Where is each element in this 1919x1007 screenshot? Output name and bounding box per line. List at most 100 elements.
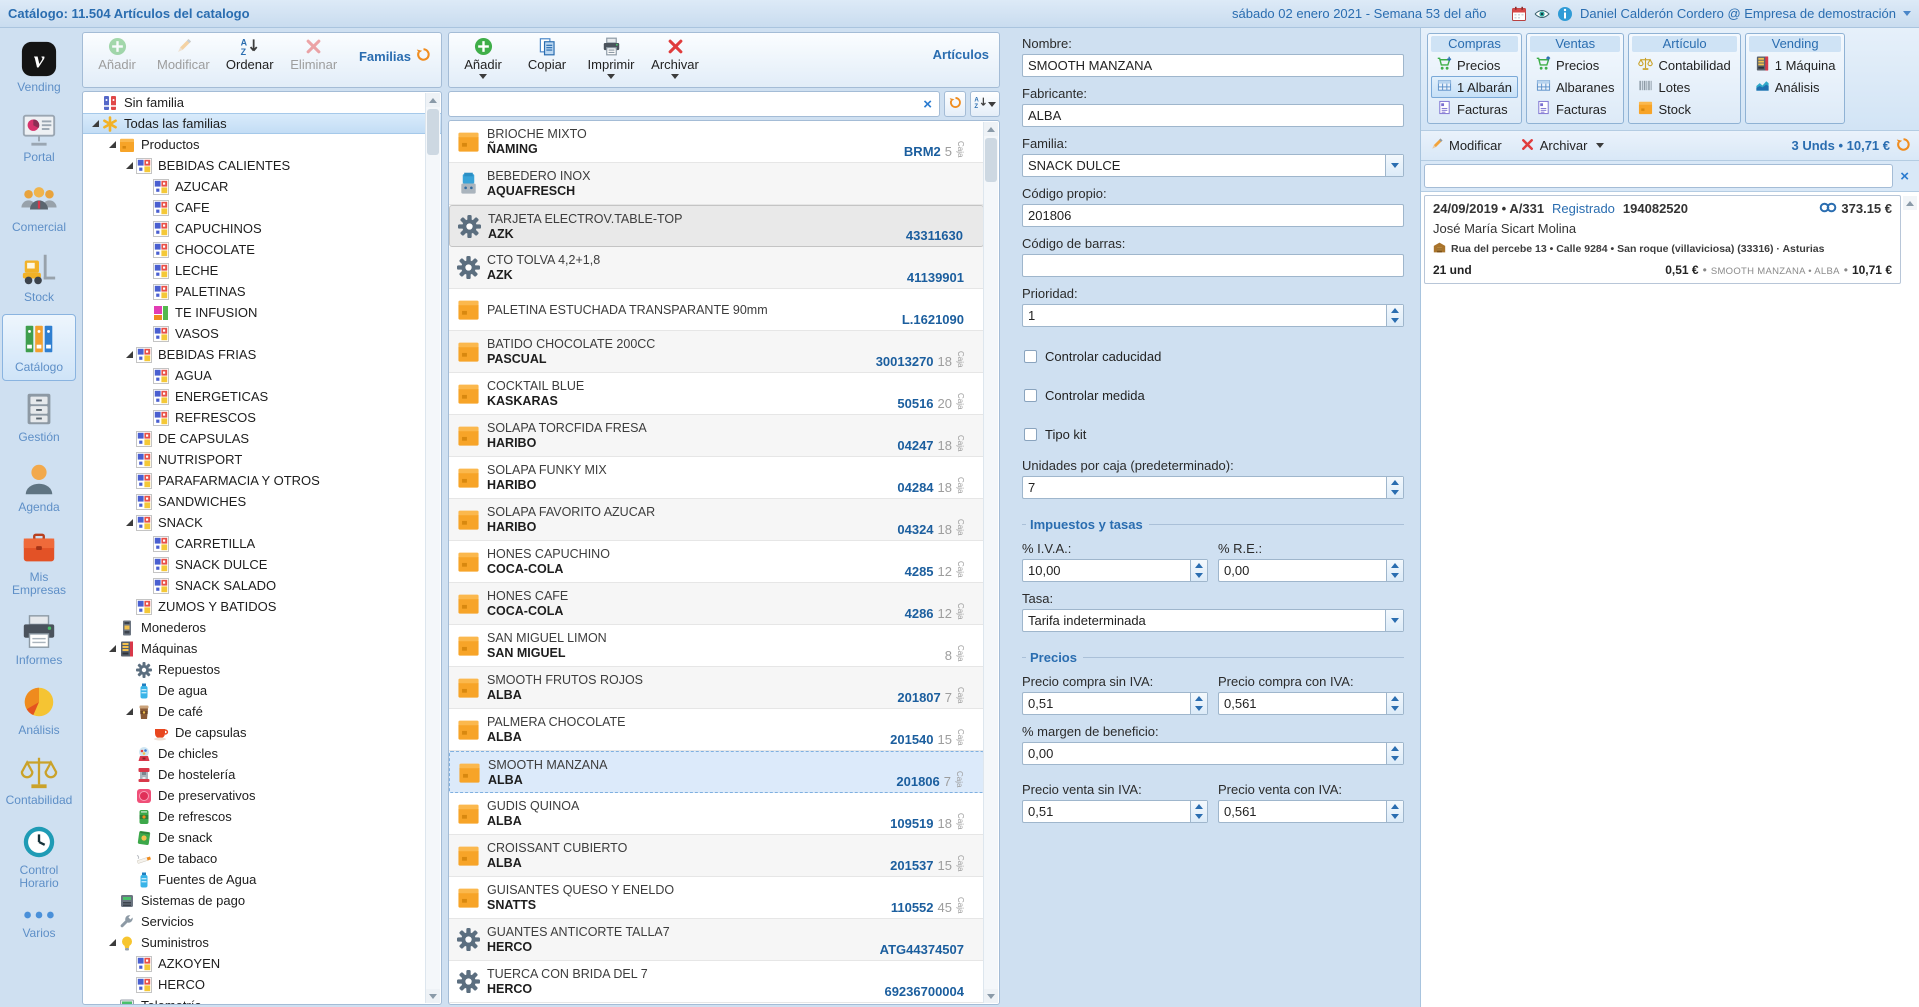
tree-item[interactable]: TE INFUSION [83, 302, 441, 323]
tasa-select[interactable]: Tarifa indeterminada [1022, 609, 1404, 632]
sidebar-item-agenda[interactable]: Agenda [2, 454, 76, 521]
article-row[interactable]: TARJETA ELECTROV.TABLE-TOPAZK43311630 [449, 205, 984, 247]
tree-item[interactable]: ZUMOS Y BATIDOS [83, 596, 441, 617]
chevron-down-icon[interactable] [1385, 610, 1403, 631]
tree-expand-icon[interactable] [105, 939, 119, 946]
scroll-down-icon[interactable] [426, 989, 440, 1003]
tree-item[interactable]: Suministros [83, 932, 441, 953]
tree-item[interactable]: De chicles [83, 743, 441, 764]
articles-add-button[interactable]: Añadir [459, 37, 507, 79]
tree-item[interactable]: De refrescos [83, 806, 441, 827]
article-row[interactable]: BRIOCHE MIXTOÑAMINGBRM25Caja [449, 121, 984, 163]
codigo-barras-field[interactable] [1022, 254, 1404, 277]
refresh-icon[interactable] [416, 47, 431, 65]
article-row[interactable]: TUERCA CON BRIDA DEL 7HERCO69236700004 [449, 961, 984, 1003]
families-sort-button[interactable]: AZ Ordenar [226, 37, 274, 72]
scroll-down-icon[interactable] [984, 989, 998, 1003]
tree-item[interactable]: CAFE [83, 197, 441, 218]
tree-item[interactable]: Sin familia [83, 92, 441, 113]
tab-contabilidad[interactable]: Contabilidad [1632, 54, 1736, 76]
sidebar-item-contabilidad[interactable]: Contabilidad [2, 747, 76, 814]
articles-search-input[interactable] [449, 97, 916, 112]
tree-expand-icon[interactable] [88, 120, 102, 127]
familia-select[interactable]: SNACK DULCE [1022, 154, 1404, 177]
article-row[interactable]: SAN MIGUEL LIMONSAN MIGUEL8Caja [449, 625, 984, 667]
tipo-kit-checkbox[interactable] [1024, 428, 1037, 441]
tree-item[interactable]: Máquinas [83, 638, 441, 659]
stepper-buttons[interactable] [1190, 560, 1207, 581]
scroll-thumb[interactable] [427, 109, 439, 155]
families-modify-button[interactable]: Modificar [157, 37, 210, 72]
tree-item[interactable]: CAPUCHINOS [83, 218, 441, 239]
tree-item[interactable]: De café [83, 701, 441, 722]
tree-expand-icon[interactable] [122, 162, 136, 169]
article-row[interactable]: HONES CAFECOCA-COLA428612Caja [449, 583, 984, 625]
stepper-buttons[interactable] [1386, 693, 1403, 714]
tree-item[interactable]: Repuestos [83, 659, 441, 680]
article-row[interactable]: CTO TOLVA 4,2+1,8AZK41139901 [449, 247, 984, 289]
sidebar-item-control-horario[interactable]: Control Horario [2, 817, 76, 897]
article-row[interactable]: GUDIS QUINOAALBA10951918Caja [449, 793, 984, 835]
tab-stock[interactable]: Stock [1632, 98, 1736, 120]
re-stepper[interactable] [1218, 559, 1404, 582]
scroll-up-icon[interactable] [426, 93, 440, 107]
tree-item[interactable]: Productos [83, 134, 441, 155]
tree-expand-icon[interactable] [105, 645, 119, 652]
articles-archive-button[interactable]: Archivar [651, 37, 699, 79]
nombre-field[interactable] [1022, 54, 1404, 77]
tree-item[interactable]: LECHE [83, 260, 441, 281]
article-row[interactable]: COCKTAIL BLUEKASKARAS5051620Caja [449, 373, 984, 415]
article-row[interactable]: CROISSANT CUBIERTOALBA20153715Caja [449, 835, 984, 877]
tab-facturas[interactable]: Facturas [1431, 98, 1518, 120]
controlar-medida-checkbox[interactable] [1024, 389, 1037, 402]
tree-item[interactable]: ENERGETICAS [83, 386, 441, 407]
iva-stepper[interactable] [1022, 559, 1208, 582]
tab-precios[interactable]: Precios [1431, 54, 1518, 76]
tree-item[interactable]: Sistemas de pago [83, 890, 441, 911]
article-row[interactable]: GUANTES ANTICORTE TALLA7HERCOATG44374507 [449, 919, 984, 961]
article-row[interactable]: SMOOTH FRUTOS ROJOSALBA2018077Caja [449, 667, 984, 709]
tree-item[interactable]: PALETINAS [83, 281, 441, 302]
tree-item[interactable]: AZKOYEN [83, 953, 441, 974]
tree-item[interactable]: De tabaco [83, 848, 441, 869]
tree-item[interactable]: De preservativos [83, 785, 441, 806]
tree-expand-icon[interactable] [122, 708, 136, 715]
tree-item[interactable]: Telemetría [83, 995, 441, 1005]
clear-search-icon[interactable]: × [1893, 168, 1916, 185]
sidebar-item-analisis[interactable]: Análisis [2, 677, 76, 744]
tree-item[interactable]: AGUA [83, 365, 441, 386]
albaran-search-input[interactable] [1425, 169, 1892, 184]
controlar-caducidad-checkbox[interactable] [1024, 350, 1037, 363]
precio-venta-con-iva-stepper[interactable] [1218, 800, 1404, 823]
tab-an-lisis[interactable]: Análisis [1749, 76, 1842, 98]
scroll-thumb[interactable] [985, 138, 997, 182]
article-row[interactable]: SOLAPA FAVORITO AZUCARHARIBO0432418Caja [449, 499, 984, 541]
calendar-icon[interactable] [1511, 6, 1527, 22]
tree-item[interactable]: Monederos [83, 617, 441, 638]
unidades-caja-stepper[interactable] [1022, 476, 1404, 499]
article-row[interactable]: BEBEDERO INOXAQUAFRESCH [449, 163, 984, 205]
tree-item[interactable]: Fuentes de Agua [83, 869, 441, 890]
article-row[interactable]: SMOOTH MANZANAALBA2018067Caja [449, 751, 984, 793]
tree-item[interactable]: REFRESCOS [83, 407, 441, 428]
sidebar-item-vending[interactable]: vVending [2, 34, 76, 101]
tree-item[interactable]: SNACK DULCE [83, 554, 441, 575]
tab-lotes[interactable]: Lotes [1632, 76, 1736, 98]
sidebar-item-catalogo[interactable]: Catálogo [2, 314, 76, 381]
articles-print-button[interactable]: Imprimir [587, 37, 635, 79]
codigo-propio-field[interactable] [1022, 204, 1404, 227]
tree-item[interactable]: DE CAPSULAS [83, 428, 441, 449]
article-row[interactable]: SOLAPA TORCFIDA FRESAHARIBO0424718Caja [449, 415, 984, 457]
tree-item[interactable]: SANDWICHES [83, 491, 441, 512]
chevron-down-icon[interactable] [1385, 155, 1403, 176]
info-icon[interactable] [1557, 6, 1573, 22]
families-scrollbar[interactable] [425, 93, 440, 1003]
sidebar-item-comercial[interactable]: Comercial [2, 174, 76, 241]
scroll-up-icon[interactable] [1903, 196, 1917, 210]
articles-copy-button[interactable]: Copiar [523, 37, 571, 72]
sidebar-item-gestion[interactable]: Gestión [2, 384, 76, 451]
stepper-buttons[interactable] [1386, 743, 1403, 764]
sidebar-item-mis-empresas[interactable]: Mis Empresas [2, 524, 76, 604]
precio-compra-sin-iva-stepper[interactable] [1022, 692, 1208, 715]
tree-item[interactable]: CARRETILLA [83, 533, 441, 554]
